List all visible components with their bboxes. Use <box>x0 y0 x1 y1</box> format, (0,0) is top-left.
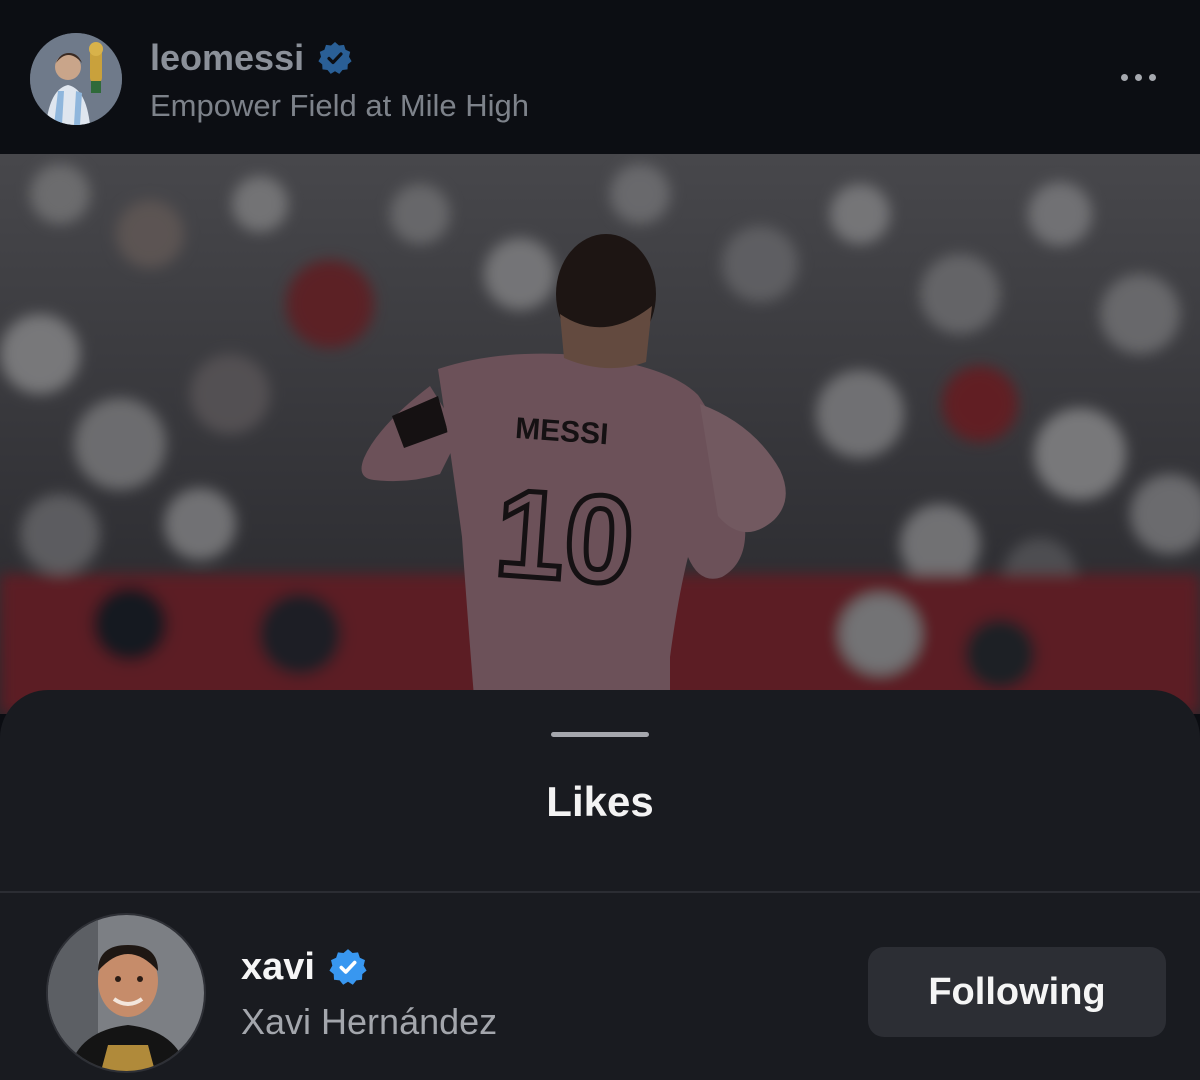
post-photo[interactable]: MESSI 10 <box>0 154 1200 714</box>
more-horizontal-icon <box>1120 73 1128 81</box>
liker-full-name: Xavi Hernández <box>241 1001 498 1042</box>
sheet-grab-handle[interactable] <box>551 732 649 737</box>
post-author-avatar[interactable] <box>30 33 122 125</box>
liker-identity[interactable]: xavi <box>241 945 367 989</box>
like-list-item[interactable]: xavi Xavi Hernández Following <box>0 893 1200 1080</box>
post-location[interactable]: Empower Field at Mile High <box>150 88 529 124</box>
dim-overlay[interactable] <box>0 154 1200 714</box>
liker-username[interactable]: xavi <box>241 946 315 989</box>
post-author[interactable]: leomessi <box>150 37 352 79</box>
likes-title: Likes <box>546 778 654 825</box>
liker-avatar[interactable] <box>46 913 206 1073</box>
post-header: leomessi Empower Field at Mile High <box>0 0 1200 154</box>
verified-badge-icon <box>318 41 352 75</box>
following-button[interactable]: Following <box>868 947 1166 1037</box>
instagram-post-screen: leomessi Empower Field at Mile High Like… <box>0 0 1200 1080</box>
more-options-button[interactable] <box>1108 60 1168 94</box>
likes-sheet: Likes xavi Xavi Hernández Following <box>0 690 1200 1080</box>
more-horizontal-icon <box>1134 73 1142 81</box>
verified-badge-icon <box>329 948 367 986</box>
post-username[interactable]: leomessi <box>150 37 304 79</box>
more-horizontal-icon <box>1148 73 1156 81</box>
